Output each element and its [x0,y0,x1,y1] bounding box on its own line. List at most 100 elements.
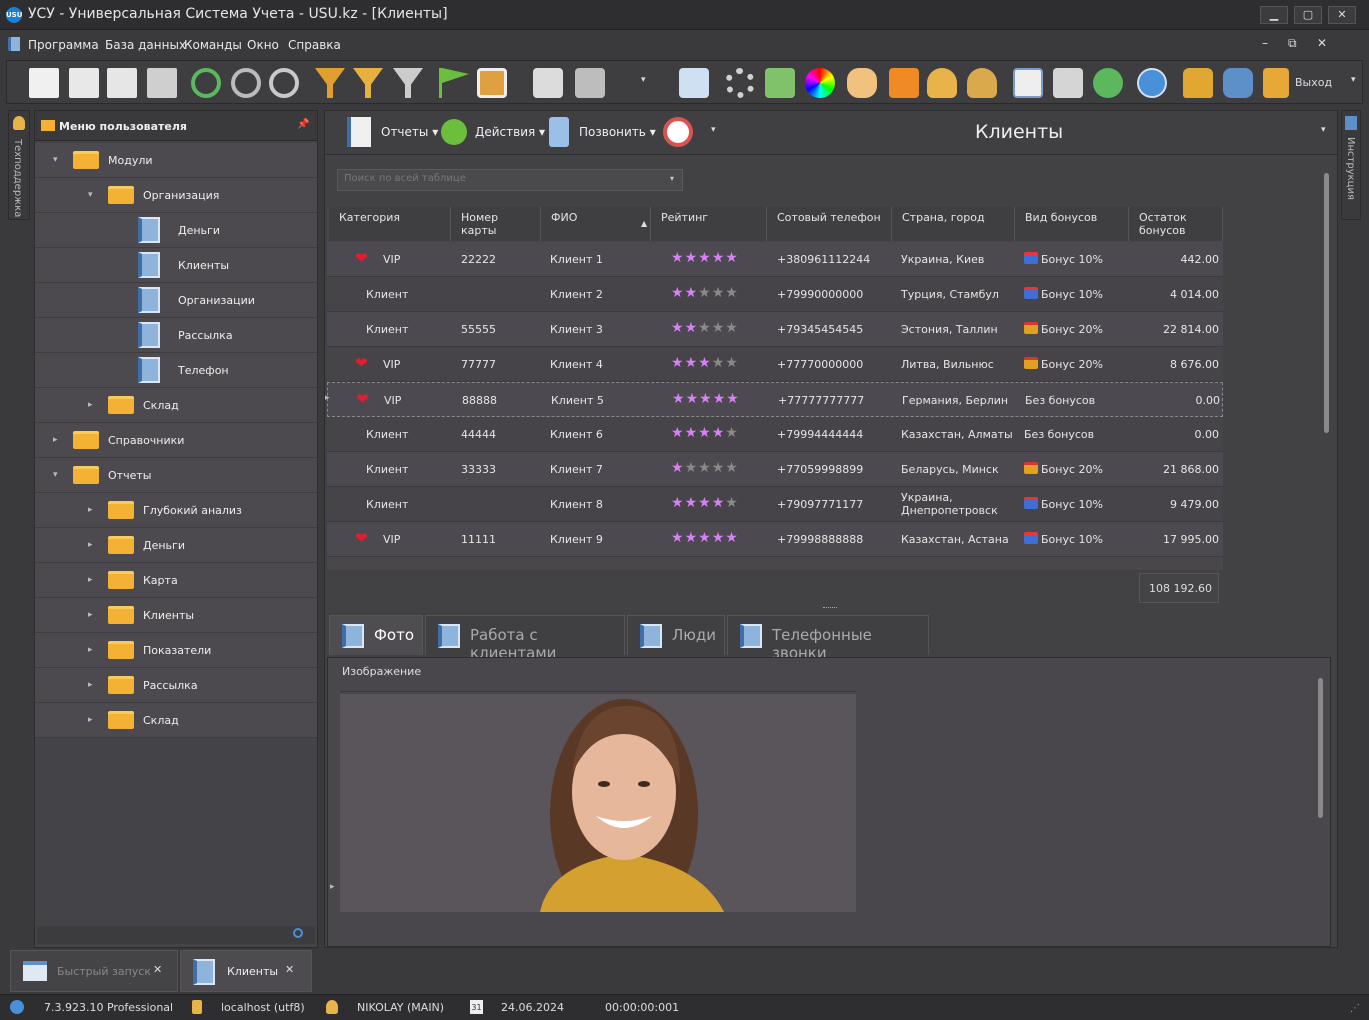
flag-icon[interactable] [439,68,469,98]
sidebar-item[interactable]: Рассылка [35,318,317,353]
filter-edit-icon[interactable] [353,68,383,98]
column-header[interactable]: Страна, город [892,207,1015,241]
export-arrow-icon[interactable] [1093,68,1123,98]
sidebar-item[interactable]: ▸ Карта [35,563,317,598]
detail-tab[interactable]: Телефонные звонки [727,615,929,662]
clients-tab[interactable]: Клиенты ✕ [180,950,312,992]
column-header[interactable]: Номер карты [451,207,541,241]
table-row[interactable]: Клиент 44444 Клиент 6 ★★★★★ +79994444444 Каза… [327,417,1223,452]
hand-icon[interactable] [847,68,877,98]
users-icon[interactable] [967,68,997,98]
advanced-search-icon[interactable] [269,68,299,98]
detail-tab[interactable]: Люди [627,615,725,655]
grid-view-icon[interactable] [679,68,709,98]
expand-arrow-icon[interactable]: ▸ [88,505,93,515]
sidebar-item[interactable]: ▸ Склад [35,703,317,738]
exit-button[interactable]: Выход [1295,76,1332,89]
expand-arrow-icon[interactable]: ▸ [88,400,93,410]
menu-program[interactable]: Программа [28,38,99,52]
mdi-minimize-icon[interactable]: – [1262,36,1268,50]
splitter-grip[interactable] [823,607,837,610]
expand-arrow-icon[interactable]: ▸ [88,680,93,690]
search-icon[interactable] [231,68,261,98]
collapse-arrow-icon[interactable]: ▾ [53,155,58,165]
edit-icon[interactable] [107,68,137,98]
menu-commands[interactable]: Команды [184,38,242,52]
close-clients-tab-icon[interactable]: ✕ [285,963,294,976]
mdi-restore-icon[interactable]: ⧉ [1288,36,1297,51]
sidebar-item[interactable]: ▸ Справочники [35,423,317,458]
refresh-icon[interactable] [191,68,221,98]
sidebar-item[interactable]: ▸ Клиенты [35,598,317,633]
pin-icon[interactable]: 📌 [297,119,309,130]
quick-launch-tab[interactable]: Быстрый запуск ✕ [10,950,178,992]
plugin-icon[interactable] [1223,68,1253,98]
filter-clear-icon[interactable] [393,68,423,98]
sidebar-item[interactable]: Организации [35,283,317,318]
column-header[interactable]: Категория [329,207,451,241]
calendar-icon[interactable] [1013,68,1043,98]
mdi-close-icon[interactable]: ✕ [1317,36,1327,50]
table-row[interactable]: Клиент 33333 Клиент 7 ★★★★★ +77059998899 Бела… [327,452,1223,487]
column-header[interactable]: Вид бонусов [1015,207,1129,241]
expand-arrow-icon[interactable]: ▸ [88,645,93,655]
table-scrollbar[interactable] [1322,161,1332,601]
filter-icon[interactable] [315,68,345,98]
table-scroll-thumb[interactable] [1324,173,1329,433]
detail-tab[interactable]: Работа с клиентами [425,615,625,662]
expand-arrow-icon[interactable]: ▸ [88,715,93,725]
maximize-button[interactable]: ▢ [1294,6,1322,24]
exit-icon[interactable] [1263,68,1289,98]
map-icon[interactable] [765,68,795,98]
sidebar-item[interactable]: ▸ Рассылка [35,668,317,703]
image-icon[interactable] [477,68,507,98]
sidebar-item[interactable]: ▸ Деньги [35,528,317,563]
expand-arrow-icon[interactable]: ▸ [88,575,93,585]
close-quick-launch-icon[interactable]: ✕ [153,963,162,976]
resize-grip-icon[interactable]: ⋰ [1350,1003,1360,1014]
clock-icon[interactable] [663,117,693,147]
sidebar-item[interactable]: ▾ Модули [35,143,317,178]
close-window-button[interactable]: ✕ [1328,6,1356,24]
column-header[interactable]: Рейтинг [651,207,767,241]
expand-arrow-icon[interactable]: ▸ [88,540,93,550]
sidebar-item[interactable]: Телефон [35,353,317,388]
toolbar-overflow-icon[interactable]: ▾ [1351,75,1356,85]
column-header[interactable]: Остаток бонусов [1129,207,1223,241]
expand-arrow-icon[interactable]: ▸ [53,435,58,445]
filter-dropdown-icon[interactable]: ▾ [670,174,674,183]
user-icon[interactable] [927,68,957,98]
sidebar-item[interactable]: ▸ Глубокий анализ [35,493,317,528]
table-row[interactable]: ❤ VIP 22222 Клиент 1 ★★★★★ +380961112244 Украи… [327,242,1223,277]
reports-button[interactable]: Отчеты ▾ [381,125,438,139]
sidebar-item[interactable]: ▸ Склад [35,388,317,423]
table-row[interactable]: ❤ VIP 11111 Клиент 9 ★★★★★ +79998888888 Казахс… [327,522,1223,557]
table-row[interactable]: Клиент Клиент 8 ★★★★★ +79097771177 Украина, … [327,487,1223,522]
print-icon[interactable] [1053,68,1083,98]
menu-help[interactable]: Справка [288,38,341,52]
table-row[interactable]: ❤ VIP 77777 Клиент 4 ★★★★★ +77770000000 Литва,… [327,347,1223,382]
actions-button[interactable]: Действия ▾ [475,125,545,139]
menu-window[interactable]: Окно [247,38,279,52]
toolbar-more-icon[interactable]: ▾ [641,75,646,85]
table-search-input[interactable]: Поиск по всей таблице ▾ [337,169,683,191]
color-wheel-icon[interactable] [805,68,835,98]
tree-icon[interactable] [575,68,605,98]
main-dropdown-icon[interactable]: ▾ [1321,125,1326,135]
instruction-panel-tab[interactable]: Инструкция [1341,110,1361,220]
sidebar-search-icon[interactable] [293,928,303,938]
sidebar-item[interactable]: ▾ Организация [35,178,317,213]
column-header[interactable]: ФИО [541,207,651,241]
copy-icon[interactable] [69,68,99,98]
new-record-icon[interactable] [29,68,59,98]
sidebar-item[interactable]: ▸ Показатели [35,633,317,668]
table-row[interactable]: Клиент 55555 Клиент 3 ★★★★★ +79345454545 Эсто… [327,312,1223,347]
menu-database[interactable]: База данных [105,38,186,52]
minimize-button[interactable]: ▁ [1260,6,1288,24]
detail-tab[interactable]: Фото [329,615,423,655]
delete-icon[interactable] [147,68,177,98]
detail-scroll-thumb[interactable] [1318,678,1323,818]
sort-ascending-icon[interactable]: ▲ [641,219,647,228]
collapse-arrow-icon[interactable]: ▾ [88,190,93,200]
table-row[interactable]: Клиент Клиент 2 ★★★★★ +79990000000 Турция, С… [327,277,1223,312]
